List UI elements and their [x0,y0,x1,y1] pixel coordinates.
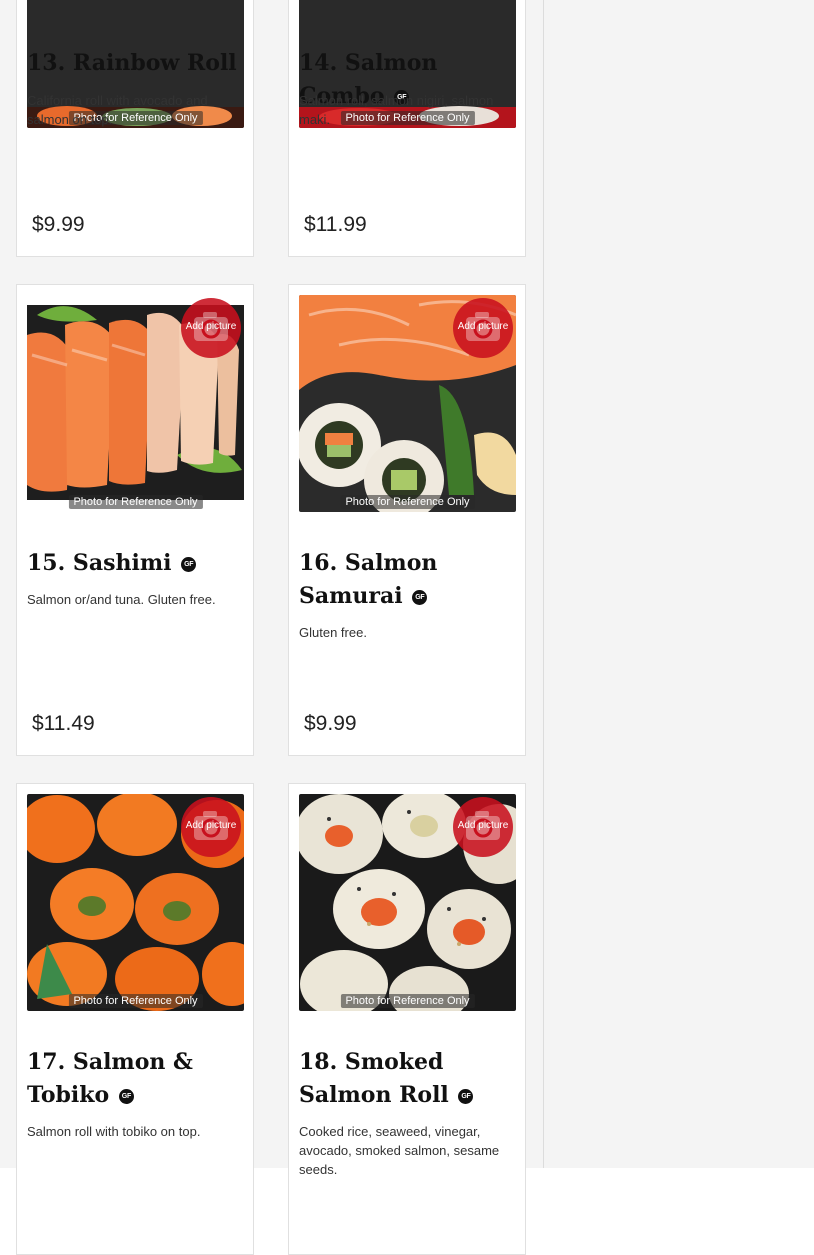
add-picture-label: Add picture [185,321,237,332]
gluten-free-icon: GF [412,589,428,605]
item-photo: Photo for Reference Only Add picture [299,794,516,1011]
menu-item-card[interactable]: Photo for Reference Only Add picture 15.… [16,284,254,756]
item-title: 16. Salmon Samurai GF [299,550,438,609]
gluten-free-icon: GF [181,556,197,572]
item-description: Salmon or/and tuna. Gluten free. [27,592,216,607]
item-title: 18. Smoked Salmon Roll GF [299,1046,519,1112]
item-title: 13. Rainbow Roll [27,50,237,76]
item-title: 17. Salmon & Tobiko GF [27,1049,193,1108]
menu-item-card[interactable]: Photo for Reference Only 13. Rainbow Rol… [16,0,254,257]
add-picture-label: Add picture [457,321,509,332]
item-price: $11.49 [32,712,95,735]
gluten-free-icon: GF [458,1088,474,1104]
item-price: $9.99 [304,712,357,735]
add-picture-button[interactable]: Add picture [453,797,513,857]
item-description: Cooked rice, seaweed, vinegar, avocado, … [299,1124,500,1177]
item-photo: Photo for Reference Only Add picture [299,295,516,512]
menu-item-card[interactable]: Photo for Reference Only Add picture 16.… [288,284,526,756]
add-picture-button[interactable]: Add picture [453,298,513,358]
item-description: California roll with avocado and salmon … [27,93,208,127]
item-description: Gluten free. [299,625,367,640]
add-picture-label: Add picture [185,820,237,831]
menu-item-card[interactable]: Photo for Reference Only 14. Salmon Comb… [288,0,526,257]
item-price: $11.99 [304,213,367,236]
photo-reference-label: Photo for Reference Only [68,994,203,1008]
photo-reference-label: Photo for Reference Only [340,495,475,509]
add-picture-button[interactable]: Add picture [181,298,241,358]
menu-item-card[interactable]: Photo for Reference Only Add picture 18.… [288,783,526,1255]
item-description: Salmon roll with tobiko on top. [27,1124,201,1139]
photo-reference-label: Photo for Reference Only [340,994,475,1008]
item-photo: Photo for Reference Only Add picture [27,794,244,1011]
menu-item-card[interactable]: Photo for Reference Only Add picture 17.… [16,783,254,1255]
gluten-free-icon: GF [118,1088,134,1104]
photo-reference-label: Photo for Reference Only [68,495,203,509]
add-picture-button[interactable]: Add picture [181,797,241,857]
item-price: $9.99 [32,213,85,236]
item-description: Salmon roll, salmon nigiri, salmon maki. [299,93,494,127]
item-title: 15. Sashimi GF [27,547,247,580]
item-photo: Photo for Reference Only Add picture [27,295,244,512]
add-picture-label: Add picture [457,820,509,831]
side-panel [544,0,814,1168]
menu-item-grid: Photo for Reference Only 13. Rainbow Rol… [0,0,544,1255]
